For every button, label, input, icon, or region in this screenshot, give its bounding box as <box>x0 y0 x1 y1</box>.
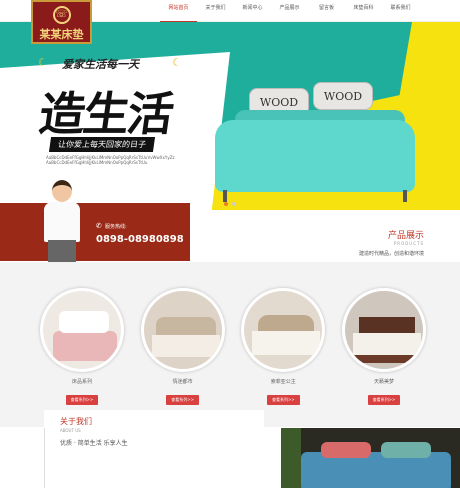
product-list: 床品系列 查看系列>> 情迷都市 查看系列>> 索菲亚公主 查看系列>> 天籁美… <box>38 288 428 405</box>
product-item: 情迷都市 查看系列>> <box>139 288 227 405</box>
carousel-dot[interactable] <box>232 202 236 206</box>
view-series-button[interactable]: 查看系列>> <box>166 395 199 405</box>
product-item: 床品系列 查看系列>> <box>38 288 126 405</box>
site-logo[interactable]: ☏ 某某床垫 <box>31 0 92 44</box>
view-series-button[interactable]: 查看系列>> <box>367 395 401 405</box>
hero-slogan-top: 爱家生活每一天 <box>62 58 139 71</box>
nav-about[interactable]: 关于我们 <box>197 0 234 22</box>
about-title-en: ABOUT US <box>60 428 81 433</box>
product-item: 天籁美梦 查看系列>> <box>340 288 428 405</box>
bed-leg <box>223 190 227 202</box>
pillow-right: WOOD <box>313 82 373 110</box>
bed-leg <box>403 190 407 202</box>
nav-home[interactable]: 网站首页 <box>160 0 197 22</box>
nav-guestbook[interactable]: 留言板 <box>308 0 345 22</box>
logo-text: 某某床垫 <box>39 28 84 41</box>
products-title-en: PRODUCTS <box>393 241 424 246</box>
product-name: 索菲亚公主 <box>270 379 296 385</box>
phone-handset-icon: ☏ <box>52 6 71 24</box>
about-slogan: 优质 · 简单生活 乐享人生 <box>60 440 128 447</box>
hero-small-text: AaBbCcDdEeFfGgHhIiJjKkLlMmNnOoPpQqRrSsTt… <box>46 155 175 165</box>
carousel-dots <box>224 202 236 206</box>
product-image[interactable] <box>40 288 124 372</box>
hotline-label: 服务热线: <box>105 224 127 230</box>
product-name: 天籁美梦 <box>373 379 394 385</box>
bed-mattress <box>215 120 415 192</box>
carousel-dot[interactable] <box>224 202 228 206</box>
moon-icon: ☾ <box>38 56 48 69</box>
phone-icon: ✆ <box>96 222 102 230</box>
products-title: 产品展示 <box>387 231 424 241</box>
hero-sub-slogan: 让你爱上每天回家的日子 <box>48 137 156 152</box>
hotline-panel <box>0 203 190 261</box>
product-image[interactable] <box>241 288 326 372</box>
about-title: 关于我们 <box>60 417 92 426</box>
view-series-button[interactable]: 查看系列>> <box>266 395 300 405</box>
bedroom-photo <box>281 428 460 488</box>
about-divider <box>44 428 45 488</box>
product-name: 情迷都市 <box>172 379 193 385</box>
main-nav: 网站首页 关于我们 新闻中心 产品展示 留言板 床垫百科 联系我们 <box>160 0 419 22</box>
product-name: 床品系列 <box>71 379 92 385</box>
moon-icon: ☾ <box>172 56 182 69</box>
hero-big-title: 造生活 <box>35 87 176 141</box>
hotline-number: 0898-08980898 <box>96 234 184 245</box>
woman-head <box>52 180 72 202</box>
nav-products[interactable]: 产品展示 <box>271 0 308 22</box>
view-series-button[interactable]: 查看系列>> <box>65 395 99 405</box>
woman-skirt <box>48 240 76 262</box>
product-item: 索菲亚公主 查看系列>> <box>239 288 327 405</box>
products-heading: 产品展示 PRODUCTS 建造时代精品，创造和谐环境 <box>359 228 424 257</box>
nav-news[interactable]: 新闻中心 <box>234 0 271 22</box>
woman-torso <box>44 202 80 242</box>
nav-contact[interactable]: 联系我们 <box>382 0 419 22</box>
product-image[interactable] <box>341 288 426 372</box>
products-desc: 建造时代精品，创造和谐环境 <box>358 251 424 257</box>
customer-service-woman <box>42 180 92 262</box>
product-image[interactable] <box>140 288 225 372</box>
nav-wiki[interactable]: 床垫百科 <box>345 0 382 22</box>
bed-illustration: WOOD WOOD <box>205 82 425 207</box>
